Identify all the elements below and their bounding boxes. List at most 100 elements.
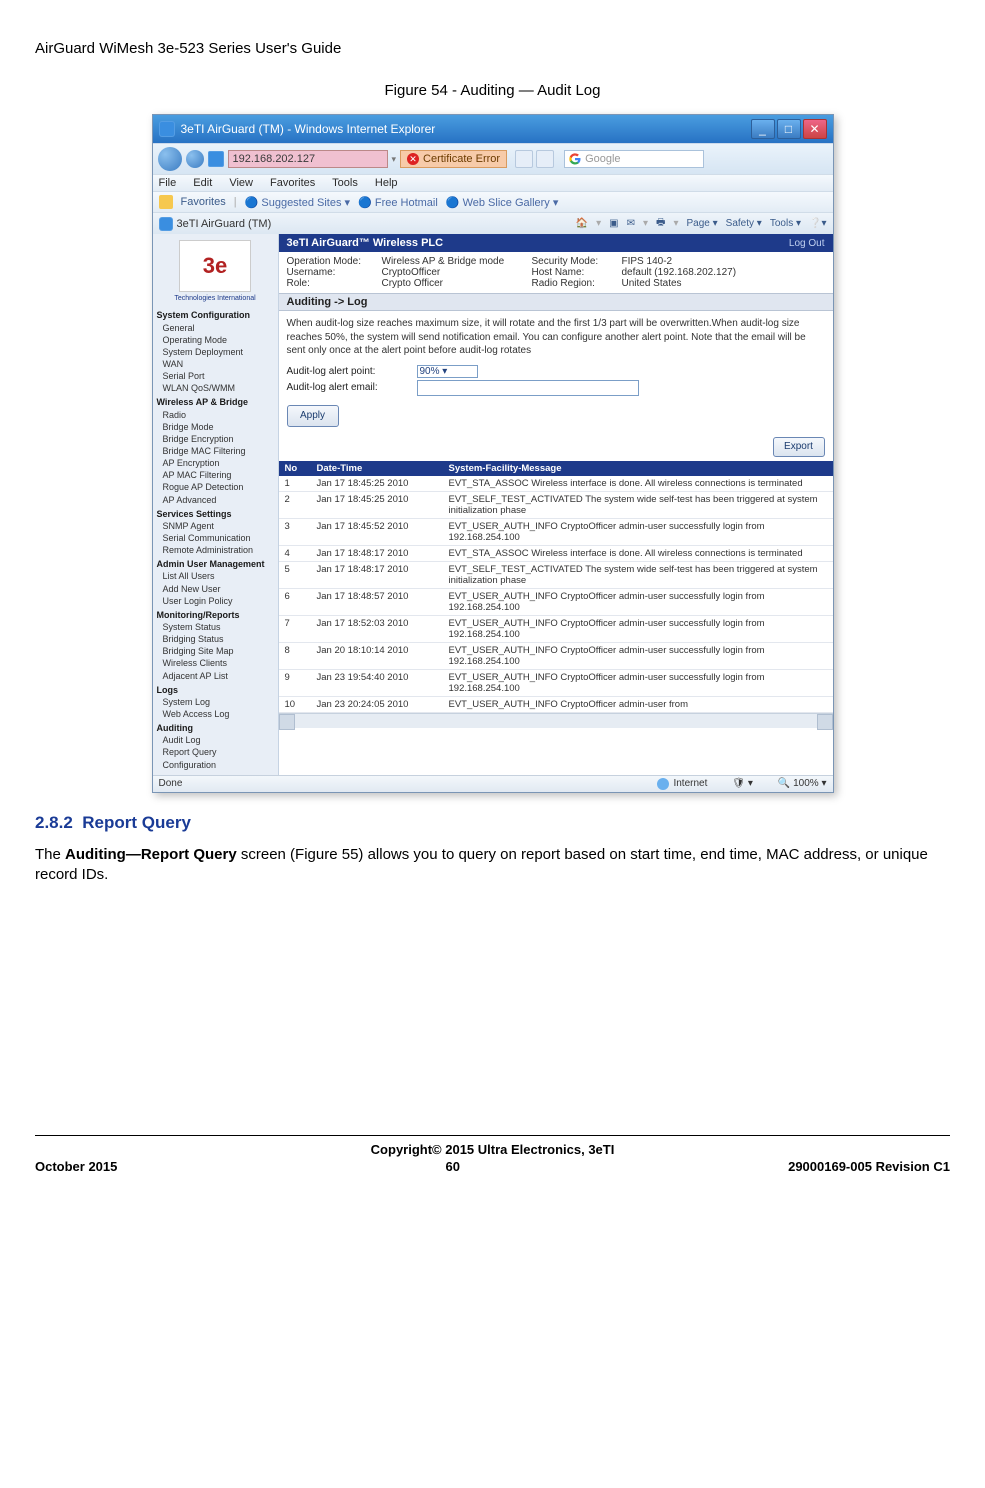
sidebar-item[interactable]: Add New User — [153, 583, 278, 595]
menu-file[interactable]: File — [159, 177, 177, 189]
maximize-button[interactable]: □ — [777, 119, 801, 139]
export-button[interactable]: Export — [773, 437, 825, 457]
globe-icon — [657, 778, 669, 790]
sidebar-item[interactable]: Bridging Site Map — [153, 645, 278, 657]
table-row: 3Jan 17 18:45:52 2010EVT_USER_AUTH_INFO … — [279, 518, 833, 545]
alert-point-select[interactable]: 90% ▾ — [417, 365, 478, 378]
sidebar-item[interactable]: WAN — [153, 358, 278, 370]
cell-no: 10 — [279, 696, 311, 712]
username-value: CryptoOfficer — [382, 267, 532, 278]
table-row: 4Jan 17 18:48:17 2010EVT_STA_ASSOC Wirel… — [279, 545, 833, 561]
radio-value: United States — [622, 278, 682, 289]
scroll-left-icon[interactable] — [279, 714, 295, 730]
cell-message: EVT_USER_AUTH_INFO CryptoOfficer admin-u… — [443, 669, 833, 696]
home-icon[interactable]: 🏠 — [576, 218, 588, 229]
cell-message: EVT_USER_AUTH_INFO CryptoOfficer admin-u… — [443, 518, 833, 545]
sidebar-item[interactable]: AP MAC Filtering — [153, 469, 278, 481]
certificate-error[interactable]: ✕ Certificate Error — [400, 150, 507, 168]
sidebar-item[interactable]: Bridging Status — [153, 633, 278, 645]
forward-button[interactable] — [186, 150, 204, 168]
minimize-button[interactable]: _ — [751, 119, 775, 139]
sidebar-item[interactable]: Rogue AP Detection — [153, 481, 278, 493]
sidebar-item[interactable]: Operating Mode — [153, 334, 278, 346]
col-no: No — [279, 461, 311, 476]
cell-datetime: Jan 20 18:10:14 2010 — [311, 642, 443, 669]
back-button[interactable] — [158, 147, 182, 171]
star-icon[interactable] — [159, 195, 173, 209]
menu-favorites[interactable]: Favorites — [270, 177, 315, 189]
sidebar-item[interactable]: Bridge MAC Filtering — [153, 445, 278, 457]
sidebar-item[interactable]: Audit Log — [153, 734, 278, 746]
table-row: 8Jan 20 18:10:14 2010EVT_USER_AUTH_INFO … — [279, 642, 833, 669]
suggested-sites-link[interactable]: 🔵 Suggested Sites ▾ — [245, 196, 350, 209]
sidebar-item[interactable]: WLAN QoS/WMM — [153, 382, 278, 394]
sidebar-group-head: Logs — [153, 682, 278, 696]
sidebar-item[interactable]: Serial Communication — [153, 532, 278, 544]
sidebar-item[interactable]: Adjacent AP List — [153, 670, 278, 682]
alert-email-input[interactable] — [417, 380, 639, 396]
radio-label: Radio Region: — [532, 278, 622, 289]
logout-link[interactable]: Log Out — [789, 238, 825, 249]
sidebar-item[interactable]: Serial Port — [153, 370, 278, 382]
page-menu[interactable]: Page ▾ — [687, 218, 718, 229]
sidebar-item[interactable]: Configuration — [153, 759, 278, 771]
sidebar-item[interactable]: Bridge Mode — [153, 421, 278, 433]
mail-icon[interactable]: ✉ — [627, 218, 635, 229]
sidebar-item[interactable]: Web Access Log — [153, 708, 278, 720]
free-hotmail-link[interactable]: 🔵 Free Hotmail — [358, 196, 438, 209]
address-field[interactable]: 192.168.202.127 — [228, 150, 388, 168]
scroll-right-icon[interactable] — [817, 714, 833, 730]
browser-tab[interactable]: 3eTI AirGuard (TM) — [159, 217, 272, 231]
menu-tools[interactable]: Tools — [332, 177, 358, 189]
zoom-level[interactable]: 🔍 100% ▾ — [778, 778, 827, 789]
sidebar-item[interactable]: Wireless Clients — [153, 657, 278, 669]
cell-datetime: Jan 17 18:48:17 2010 — [311, 545, 443, 561]
cell-no: 3 — [279, 518, 311, 545]
doc-header: AirGuard WiMesh 3e-523 Series User's Gui… — [35, 40, 950, 57]
menu-help[interactable]: Help — [375, 177, 398, 189]
sidebar-item[interactable]: System Status — [153, 621, 278, 633]
product-title: 3eTI AirGuard™ Wireless PLC — [287, 237, 444, 249]
window-titlebar: 3eTI AirGuard (TM) - Windows Internet Ex… — [153, 115, 833, 143]
cell-datetime: Jan 23 19:54:40 2010 — [311, 669, 443, 696]
apply-button[interactable]: Apply — [287, 405, 339, 427]
figure-caption: Figure 54 - Auditing — Audit Log — [35, 82, 950, 99]
cell-no: 6 — [279, 588, 311, 615]
host-label: Host Name: — [532, 267, 622, 278]
menu-edit[interactable]: Edit — [193, 177, 212, 189]
sidebar-item[interactable]: SNMP Agent — [153, 520, 278, 532]
footer-doc-id: 29000169-005 Revision C1 — [788, 1159, 950, 1174]
menu-view[interactable]: View — [229, 177, 253, 189]
sidebar-item[interactable]: System Log — [153, 696, 278, 708]
sidebar-item[interactable]: Bridge Encryption — [153, 433, 278, 445]
sidebar-item[interactable]: AP Advanced — [153, 494, 278, 506]
sidebar-item[interactable]: Radio — [153, 409, 278, 421]
main-panel: 3eTI AirGuard™ Wireless PLC Log Out Oper… — [279, 234, 833, 775]
sidebar-item[interactable]: Report Query — [153, 746, 278, 758]
safety-menu[interactable]: Safety ▾ — [726, 218, 762, 229]
sidebar-item[interactable]: Remote Administration — [153, 544, 278, 556]
horizontal-scrollbar[interactable] — [279, 713, 833, 728]
page-footer: Copyright© 2015 Ultra Electronics, 3eTI … — [35, 1135, 950, 1174]
sidebar-item[interactable]: AP Encryption — [153, 457, 278, 469]
tools-menu[interactable]: Tools ▾ — [770, 218, 801, 229]
refresh-icon[interactable] — [515, 150, 533, 168]
sidebar-item[interactable]: System Deployment — [153, 346, 278, 358]
sidebar-item[interactable]: User Login Policy — [153, 595, 278, 607]
page-icon — [208, 151, 224, 167]
username-label: Username: — [287, 267, 382, 278]
col-datetime: Date-Time — [311, 461, 443, 476]
stop-icon[interactable] — [536, 150, 554, 168]
help-icon[interactable]: ❔▾ — [809, 218, 826, 229]
favorites-label: Favorites — [181, 196, 226, 208]
close-button[interactable]: ✕ — [803, 119, 827, 139]
print-icon[interactable]: 🖶 — [656, 215, 665, 232]
op-mode-value: Wireless AP & Bridge mode — [382, 256, 532, 267]
sidebar-item[interactable]: List All Users — [153, 570, 278, 582]
feeds-icon[interactable]: ▣ — [609, 218, 618, 229]
web-slice-link[interactable]: 🔵 Web Slice Gallery ▾ — [446, 196, 559, 209]
search-field[interactable]: Google — [564, 150, 704, 168]
alert-email-label: Audit-log alert email: — [287, 382, 417, 393]
sidebar-item[interactable]: General — [153, 322, 278, 334]
favorites-bar: Favorites | 🔵 Suggested Sites ▾ 🔵 Free H… — [153, 191, 833, 212]
